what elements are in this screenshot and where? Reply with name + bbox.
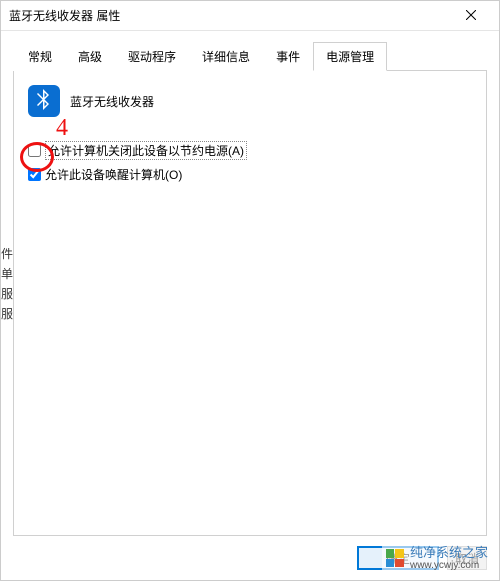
content-area: 常规 高级 驱动程序 详细信息 事件 电源管理 蓝牙无线收发器 允许计算机关闭此… bbox=[1, 31, 499, 536]
watermark: 纯净系统之家 www.ycwjy.com bbox=[382, 544, 492, 573]
tab-panel-power: 蓝牙无线收发器 允许计算机关闭此设备以节约电源(A) 允许此设备唤醒计算机(O) bbox=[13, 71, 487, 536]
checkbox-allow-power-off-input[interactable] bbox=[28, 144, 41, 157]
checkbox-allow-power-off-label[interactable]: 允许计算机关闭此设备以节约电源(A) bbox=[45, 141, 247, 160]
device-header: 蓝牙无线收发器 bbox=[28, 85, 472, 117]
checkbox-allow-wake-label[interactable]: 允许此设备唤醒计算机(O) bbox=[45, 166, 182, 183]
tab-driver[interactable]: 驱动程序 bbox=[115, 42, 189, 71]
watermark-name: 纯净系统之家 bbox=[410, 546, 488, 560]
window-title: 蓝牙无线收发器 属性 bbox=[9, 7, 451, 24]
close-icon bbox=[466, 9, 476, 23]
watermark-url: www.ycwjy.com bbox=[410, 560, 488, 571]
checkbox-allow-wake-input[interactable] bbox=[28, 168, 41, 181]
tab-general[interactable]: 常规 bbox=[15, 42, 65, 71]
checkbox-allow-power-off[interactable]: 允许计算机关闭此设备以节约电源(A) bbox=[28, 141, 472, 160]
close-button[interactable] bbox=[451, 2, 491, 30]
titlebar: 蓝牙无线收发器 属性 bbox=[1, 1, 499, 31]
device-name-label: 蓝牙无线收发器 bbox=[70, 93, 154, 110]
properties-dialog: 蓝牙无线收发器 属性 常规 高级 驱动程序 详细信息 事件 电源管理 蓝牙无线收… bbox=[0, 0, 500, 581]
tab-details[interactable]: 详细信息 bbox=[189, 42, 263, 71]
tab-advanced[interactable]: 高级 bbox=[65, 42, 115, 71]
tab-events[interactable]: 事件 bbox=[263, 42, 313, 71]
checkbox-allow-wake[interactable]: 允许此设备唤醒计算机(O) bbox=[28, 166, 472, 183]
bluetooth-icon bbox=[28, 85, 60, 117]
tab-power-management[interactable]: 电源管理 bbox=[313, 42, 387, 71]
tab-strip: 常规 高级 驱动程序 详细信息 事件 电源管理 bbox=[15, 41, 487, 71]
watermark-logo-icon bbox=[386, 549, 404, 567]
